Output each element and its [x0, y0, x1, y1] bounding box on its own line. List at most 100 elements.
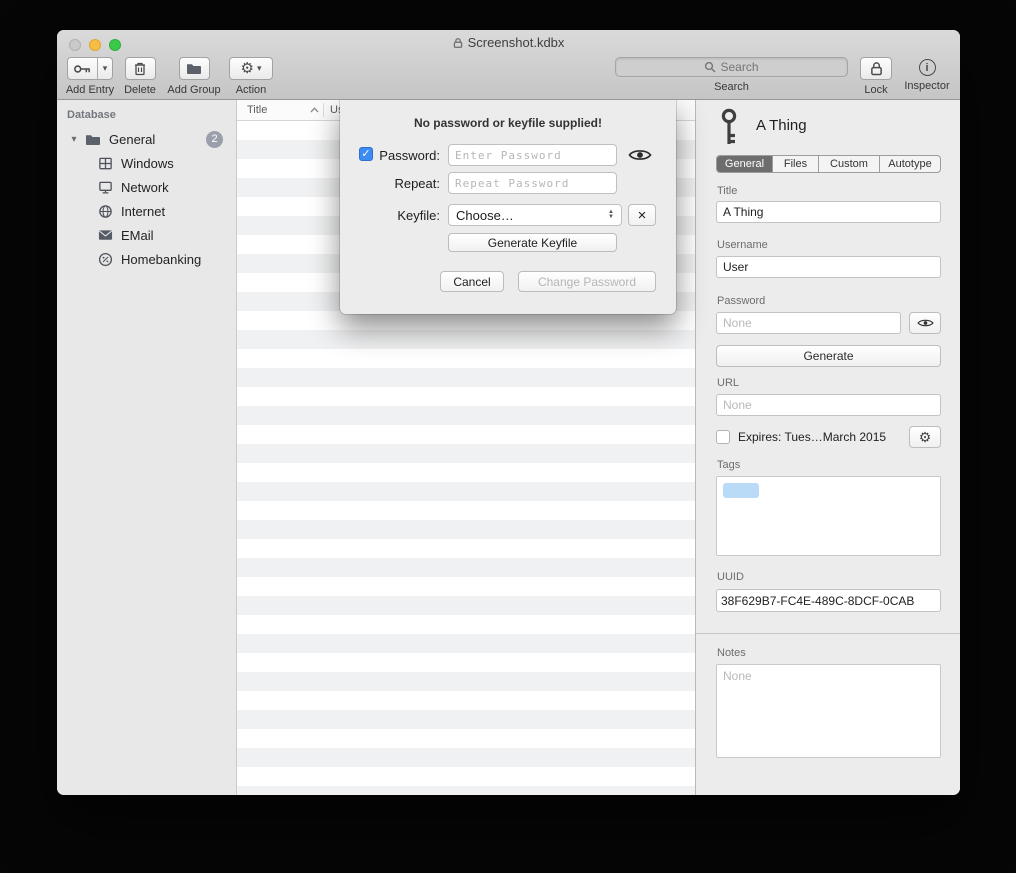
- section-divider: [696, 633, 960, 634]
- username-field-label: Username: [717, 239, 768, 251]
- inspector-toggle-button[interactable]: i: [919, 59, 936, 76]
- search-placeholder: Search: [720, 60, 758, 74]
- sidebar-item-email[interactable]: EMail: [57, 223, 236, 247]
- search-label: Search: [615, 81, 848, 93]
- url-field[interactable]: [716, 394, 941, 416]
- change-password-sheet: No password or keyfile supplied! ✓ Passw…: [340, 100, 676, 314]
- inspector-panel: A Thing General Files Custom Autotype Ti…: [695, 100, 960, 795]
- add-group-label: Add Group: [163, 84, 225, 96]
- notes-label: Notes: [717, 647, 746, 659]
- action-label: Action: [221, 84, 281, 96]
- toolbar-delete: Delete: [115, 57, 165, 96]
- username-field[interactable]: [716, 256, 941, 278]
- action-button[interactable]: ⚙ ▾: [229, 57, 273, 80]
- keyfile-dropdown[interactable]: Choose… ▲▼: [448, 204, 622, 226]
- tab-general[interactable]: General: [717, 156, 772, 172]
- cancel-button[interactable]: Cancel: [440, 271, 504, 292]
- sidebar-item-internet[interactable]: Internet: [57, 199, 236, 223]
- entry-title: A Thing: [756, 117, 807, 134]
- lock-label: Lock: [851, 84, 901, 96]
- generate-password-button[interactable]: Generate: [716, 345, 941, 367]
- notes-field[interactable]: [716, 664, 941, 758]
- network-icon: [95, 180, 115, 195]
- tags-field[interactable]: [716, 476, 941, 556]
- sheet-message: No password or keyfile supplied!: [340, 116, 676, 130]
- search-input[interactable]: Search: [615, 57, 848, 77]
- sheet-password-input[interactable]: [448, 144, 617, 166]
- folder-icon: [186, 62, 202, 75]
- globe-icon: [95, 204, 115, 219]
- url-field-label: URL: [717, 377, 739, 389]
- toolbar-inspector: i Inspector: [897, 57, 957, 92]
- toolbar-lock: Lock: [851, 57, 901, 96]
- password-field[interactable]: [716, 312, 901, 334]
- toolbar-add-group: Add Group: [163, 57, 225, 96]
- sidebar-header: Database: [67, 109, 116, 121]
- action-dropdown-arrow: ▾: [257, 63, 262, 74]
- tab-autotype[interactable]: Autotype: [879, 156, 940, 172]
- keyfile-selected-value: Choose…: [456, 208, 514, 223]
- key-icon: [717, 107, 741, 147]
- sidebar-item-label: EMail: [121, 228, 154, 243]
- column-header-title[interactable]: Title: [247, 104, 267, 116]
- title-field-label: Title: [717, 185, 737, 197]
- delete-label: Delete: [115, 84, 165, 96]
- eye-icon: [917, 318, 934, 328]
- uuid-label: UUID: [717, 571, 744, 583]
- window-title: Screenshot.kdbx: [468, 35, 565, 50]
- app-window: Screenshot.kdbx ▾ Add Entry Delete: [57, 30, 960, 795]
- add-entry-button[interactable]: ▾: [67, 57, 113, 80]
- sidebar-item-network[interactable]: Network: [57, 175, 236, 199]
- window-chrome: Screenshot.kdbx ▾ Add Entry Delete: [57, 30, 960, 100]
- tab-files[interactable]: Files: [772, 156, 818, 172]
- expires-options-button[interactable]: ⚙: [909, 426, 941, 448]
- sidebar: Database ▾ General 2 Windows Network: [57, 100, 237, 795]
- lock-icon: [870, 61, 883, 76]
- sidebar-item-label: Windows: [121, 156, 174, 171]
- generate-keyfile-button[interactable]: Generate Keyfile: [448, 233, 617, 252]
- add-entry-label: Add Entry: [59, 84, 121, 96]
- sort-ascending-icon: [310, 107, 319, 113]
- close-icon: ×: [638, 207, 647, 224]
- sidebar-item-label: Network: [121, 180, 169, 195]
- toolbar-action: ⚙ ▾ Action: [221, 57, 281, 96]
- sheet-repeat-input[interactable]: [448, 172, 617, 194]
- gear-icon: ⚙: [241, 61, 254, 76]
- eye-icon: [628, 148, 652, 162]
- windows-icon: [95, 156, 115, 171]
- entry-count-badge: 2: [206, 131, 223, 148]
- sidebar-item-windows[interactable]: Windows: [57, 151, 236, 175]
- expires-label: Expires: Tues…March 2015: [738, 430, 886, 444]
- reveal-password-button[interactable]: [909, 312, 941, 334]
- delete-button[interactable]: [125, 57, 156, 80]
- folder-icon: [83, 133, 103, 146]
- disclosure-triangle-icon[interactable]: ▾: [65, 134, 83, 145]
- add-entry-dropdown-arrow[interactable]: ▾: [97, 58, 112, 79]
- sheet-password-label: Password:: [370, 148, 440, 163]
- clear-keyfile-button[interactable]: ×: [628, 204, 656, 226]
- trash-icon: [133, 61, 147, 76]
- document-lock-icon: [453, 37, 463, 49]
- sheet-repeat-label: Repeat:: [370, 176, 440, 191]
- sidebar-item-label: Internet: [121, 204, 165, 219]
- tag-token[interactable]: [723, 483, 759, 498]
- toolbar-search: Search Search: [615, 57, 848, 93]
- lock-button[interactable]: [860, 57, 892, 80]
- uuid-field[interactable]: [716, 589, 941, 612]
- inspector-tabs: General Files Custom Autotype: [716, 155, 941, 173]
- desktop-background: Screenshot.kdbx ▾ Add Entry Delete: [0, 0, 1016, 873]
- change-password-button[interactable]: Change Password: [518, 271, 656, 292]
- sidebar-item-homebanking[interactable]: Homebanking: [57, 247, 236, 271]
- envelope-icon: [95, 229, 115, 241]
- expires-checkbox[interactable]: [716, 430, 730, 444]
- title-field[interactable]: [716, 201, 941, 223]
- sheet-reveal-password-button[interactable]: [624, 144, 656, 166]
- stepper-arrows-icon: ▲▼: [608, 210, 614, 220]
- title-bar: Screenshot.kdbx: [57, 35, 960, 50]
- toolbar-add-entry: ▾ Add Entry: [59, 57, 121, 96]
- sidebar-item-general[interactable]: ▾ General 2: [57, 127, 236, 151]
- column-divider[interactable]: [323, 103, 324, 117]
- gear-icon: ⚙: [919, 430, 932, 444]
- tab-custom[interactable]: Custom: [818, 156, 879, 172]
- add-group-button[interactable]: [179, 57, 210, 80]
